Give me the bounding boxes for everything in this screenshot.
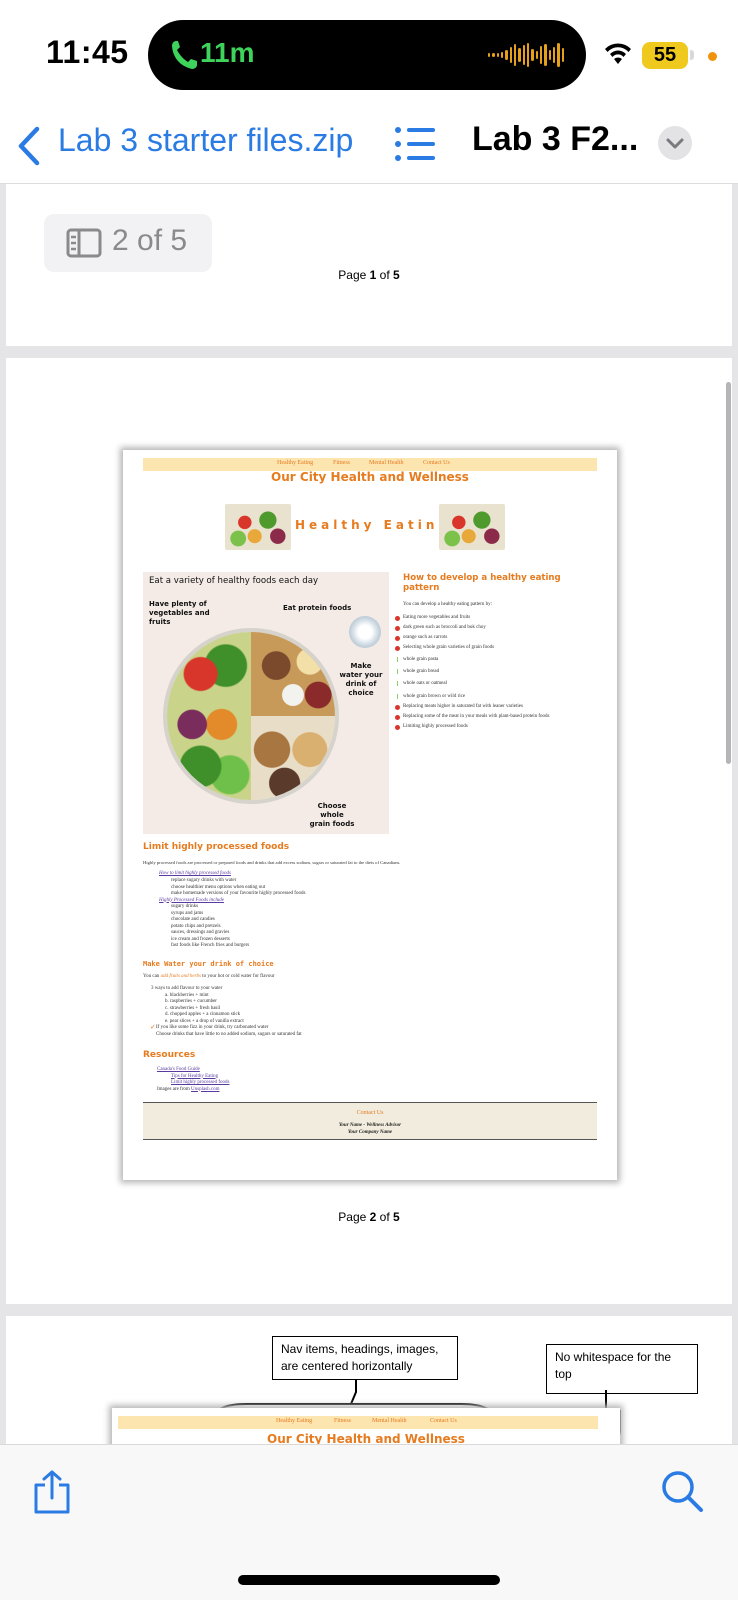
plate-heading: Eat a variety of healthy foods each day: [149, 576, 319, 586]
develop-item: Replacing meats higher in saturated fat …: [403, 704, 523, 709]
mockup-nav-2: Healthy Eating Fitness Mental Health Con…: [118, 1416, 598, 1429]
green-marker-icon: [397, 669, 398, 674]
status-bar: 11:45 11m 55: [0, 0, 738, 110]
mockup-nav-item: Contact Us: [423, 460, 450, 466]
mockup-banner-title: Healthy Eating: [295, 518, 451, 532]
mockup-nav-item: Mental Health: [372, 1418, 407, 1424]
page-counter[interactable]: 2 of 5: [44, 214, 212, 272]
back-chevron-icon[interactable]: [16, 124, 42, 168]
develop-intro: You can develop a healthy eating pattern…: [403, 602, 493, 607]
develop-item: whole grain brown or wild rice: [403, 694, 466, 699]
sidebar-icon: [66, 228, 102, 258]
home-indicator[interactable]: [238, 1575, 500, 1585]
limit-heading: Limit highly processed foods: [143, 842, 290, 852]
mockup-nav-item: Fitness: [334, 1418, 352, 1424]
water-heading: Make Water your drink of choice: [143, 960, 274, 968]
footer-company: Your Company Name: [347, 1129, 393, 1135]
navigation-bar: Lab 3 starter files.zip Lab 3 F2...: [0, 110, 738, 184]
green-marker-icon: [397, 681, 398, 686]
page-3: Nav items, headings, images, are centere…: [6, 1316, 732, 1444]
mockup-footer: Contact Us Your Name - Wellness Advisor …: [143, 1102, 597, 1140]
scrollbar[interactable]: [726, 382, 731, 764]
mockup-nav-item: Healthy Eating: [277, 460, 314, 466]
resources-images: Images are from Unsplash.com: [157, 1086, 220, 1092]
call-duration: 11m: [200, 37, 255, 68]
chevron-down-icon[interactable]: [658, 126, 692, 160]
privacy-indicator-dot: [708, 52, 717, 61]
red-bullet-icon: [395, 646, 400, 651]
phone-icon: [172, 41, 197, 69]
plate-icon: [163, 628, 339, 804]
red-bullet-icon: [395, 705, 400, 710]
battery-icon: 55: [642, 42, 688, 69]
mockup-site-title-2: Our City Health and Wellness: [267, 1432, 465, 1444]
develop-item: whole grain pasta: [403, 657, 439, 662]
callout-centered: Nav items, headings, images, are centere…: [272, 1336, 458, 1380]
back-button[interactable]: Lab 3 starter files.zip: [58, 122, 353, 159]
develop-item: Eating more vegetables and fruits: [403, 615, 471, 620]
develop-item: Selecting whole grain varieties of grain…: [403, 645, 495, 650]
mockup-nav-item: Mental Health: [369, 460, 404, 466]
water-intro: You can add fruits and herbs to your hot…: [143, 974, 275, 979]
develop-item: Limiting highly processed foods: [403, 724, 468, 729]
page-label-2: Page 2 of 5: [338, 1210, 400, 1224]
vegetables-image: [439, 504, 505, 550]
plate-grain-label: Choose whole grain foods: [309, 802, 355, 828]
red-bullet-icon: [395, 626, 400, 631]
whole-grain-section: [251, 716, 335, 800]
vegetables-image: [225, 504, 291, 550]
green-marker-icon: [397, 657, 398, 662]
red-bullet-icon: [395, 616, 400, 621]
mockup-nav-item: Contact Us: [430, 1418, 457, 1424]
website-mockup-image: Healthy Eating Fitness Mental Health Con…: [123, 450, 617, 1180]
develop-item: dark green such as broccoli and bok choy: [403, 625, 486, 630]
plate-veg-label: Have plenty of vegetables and fruits: [149, 600, 210, 626]
develop-item: Replacing some of the meat in your meals…: [403, 714, 550, 719]
share-icon[interactable]: [32, 1469, 72, 1515]
water-choose: Choose drinks that have little to no add…: [156, 1031, 302, 1037]
dynamic-island-call[interactable]: 11m: [148, 20, 586, 90]
mockup-site-title: Our City Health and Wellness: [271, 470, 469, 484]
wifi-icon: [605, 43, 631, 64]
vegetables-fruits-section: [167, 632, 251, 800]
waveform-icon: [488, 40, 564, 70]
resources-heading: Resources: [143, 1050, 196, 1060]
red-bullet-icon: [395, 636, 400, 641]
develop-item: orange such as carrots: [403, 635, 448, 640]
footer-heading: Contact Us: [356, 1110, 384, 1116]
food-guide-plate-image: Eat a variety of healthy foods each day …: [143, 572, 389, 834]
list-icon[interactable]: [394, 124, 436, 164]
develop-item: whole grain bread: [403, 669, 440, 674]
mockup-nav-item: Healthy Eating: [276, 1418, 313, 1424]
plate-protein-label: Eat protein foods: [283, 604, 352, 612]
red-bullet-icon: [395, 725, 400, 730]
limit-intro: Highly processed foods are processed or …: [143, 860, 401, 865]
status-time: 11:45: [46, 34, 129, 70]
limit-link-1[interactable]: How to limit highly processed foods: [159, 871, 231, 878]
checkmark-icon: ✓: [150, 1023, 156, 1031]
limit-sub-item: fast foods like French fries and burgers: [171, 943, 250, 948]
page-label-1: Page 1 of 5: [338, 268, 400, 282]
document-viewer[interactable]: 2 of 5 Page 1 of 5 Healthy Eating Fitnes…: [0, 184, 738, 1444]
website-mockup-image-2: Healthy Eating Fitness Mental Health Con…: [112, 1408, 620, 1444]
develop-item: whole oats or oatmeal: [403, 681, 448, 686]
page-counter-text: 2 of 5: [112, 224, 188, 257]
plate-water-label: Make water your drink of choice: [339, 662, 383, 697]
battery-tip: [690, 50, 694, 60]
green-marker-icon: [397, 694, 398, 699]
water-glass-image: [349, 616, 381, 648]
search-icon[interactable]: [660, 1469, 704, 1513]
document-title[interactable]: Lab 3 F2...: [472, 120, 638, 159]
bottom-toolbar: [0, 1444, 738, 1600]
mockup-nav-item: Fitness: [333, 460, 351, 466]
page-2: Healthy Eating Fitness Mental Health Con…: [6, 358, 732, 1304]
red-bullet-icon: [395, 715, 400, 720]
protein-section: [251, 632, 335, 716]
page-1: 2 of 5 Page 1 of 5: [6, 184, 732, 346]
develop-heading: How to develop a healthy eating pattern: [403, 573, 561, 593]
